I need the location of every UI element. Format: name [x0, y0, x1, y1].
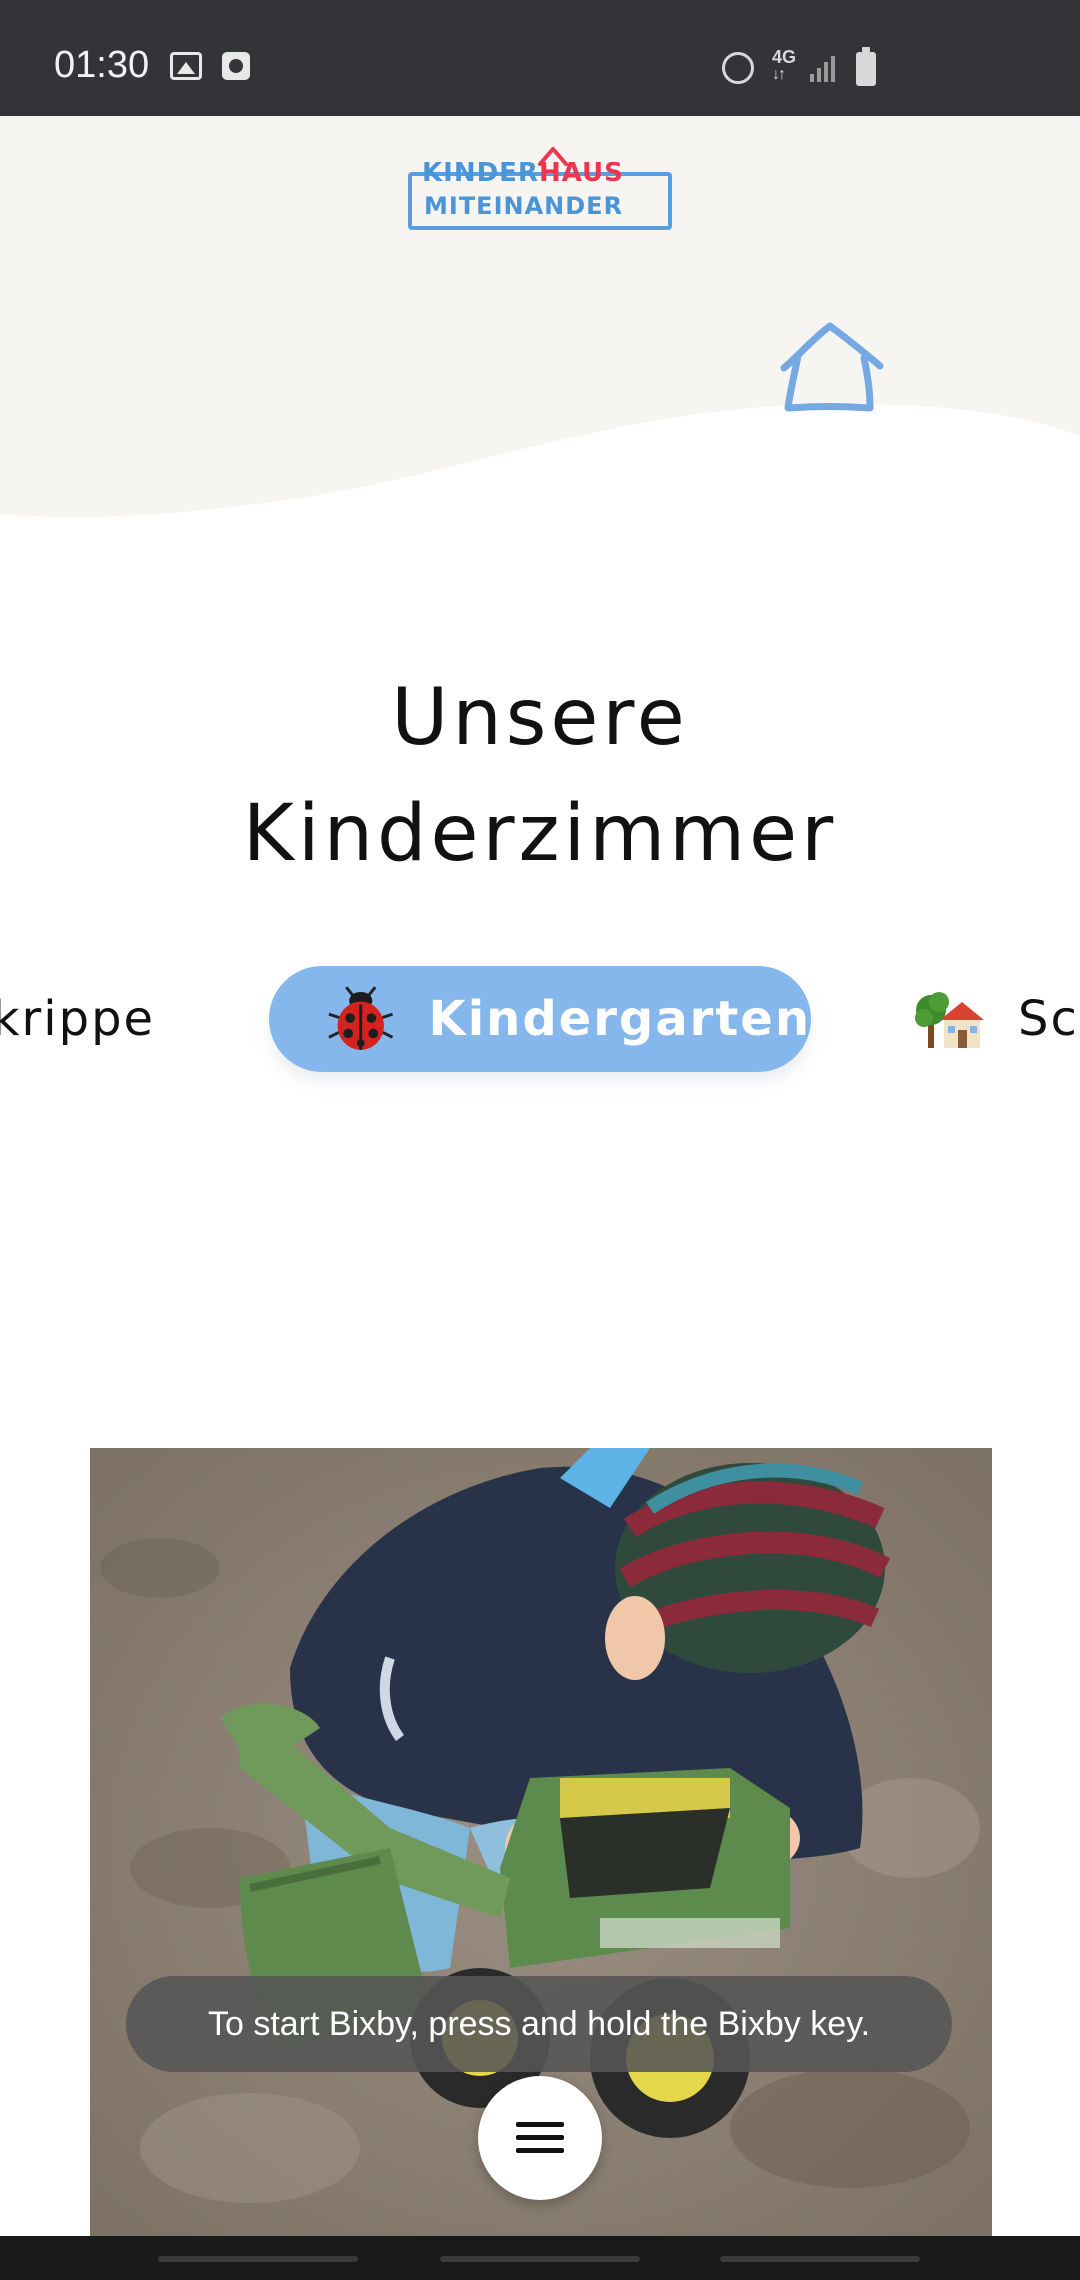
page-title-line2: Kinderzimmer: [242, 789, 838, 879]
tab-label: Sc: [1018, 991, 1079, 1047]
nav-back-pill[interactable]: [720, 2256, 920, 2262]
logo-line2: MITEINANDER: [424, 192, 624, 220]
battery-icon: [856, 47, 876, 86]
signal-icon: [810, 56, 835, 82]
page-title-line1: Unsere: [391, 673, 689, 763]
logo-word-kinder: KINDER: [422, 158, 539, 188]
house-with-tree-icon: [915, 992, 984, 1048]
status-time: 01:30: [54, 44, 150, 86]
tab-kindergarten[interactable]: Kindergarten: [269, 966, 811, 1072]
home-icon[interactable]: [778, 322, 884, 414]
alarm-icon: [722, 52, 754, 84]
gallery-icon: [170, 52, 202, 80]
nav-home-pill[interactable]: [440, 2256, 640, 2262]
network-label: 4G: [772, 47, 797, 67]
network-arrows: ↓↑: [772, 66, 786, 83]
logo-word-haus: HAUS: [538, 158, 624, 188]
tab-kinderkrippe[interactable]: rkrippe: [0, 966, 155, 1072]
tab-schulkinder[interactable]: Sc: [914, 966, 1079, 1072]
clock-app-icon: [222, 52, 250, 80]
nav-recents-pill[interactable]: [158, 2256, 358, 2262]
network-type: 4G ↓↑: [772, 48, 796, 84]
room-tabs: rkrippe Kindergarten: [0, 966, 1080, 1076]
page: 01:30 4G ↓↑ KINDERHAUS MITEINANDER Unser…: [0, 0, 1080, 2280]
status-bar: 01:30 4G ↓↑: [0, 0, 1080, 116]
logo-line1: KINDERHAUS: [422, 158, 624, 188]
bixby-toast: To start Bixby, press and hold the Bixby…: [126, 1976, 952, 2072]
menu-button[interactable]: [478, 2076, 602, 2200]
ladybug-icon: [328, 986, 394, 1050]
page-title: Unsere Kinderzimmer: [0, 660, 1080, 892]
system-nav-bar: [0, 2236, 1080, 2280]
tab-label: rkrippe: [0, 991, 156, 1047]
site-logo[interactable]: KINDERHAUS MITEINANDER: [408, 146, 672, 232]
tab-label: Kindergarten: [428, 991, 811, 1047]
